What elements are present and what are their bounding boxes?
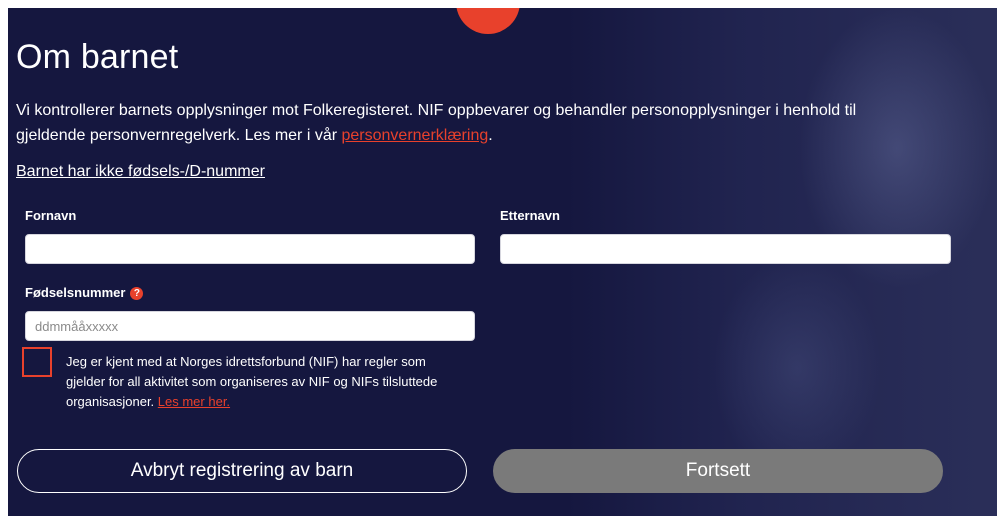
page-title: Om barnet [16, 38, 179, 76]
question-icon[interactable]: ? [130, 287, 144, 301]
consent-text: Jeg er kjent med at Norges idrettsforbun… [66, 352, 466, 412]
intro-text: Vi kontrollerer barnets opplysninger mot… [16, 98, 916, 148]
birth-number-label: Fødselsnummer [25, 285, 126, 300]
last-name-input[interactable] [500, 234, 951, 264]
consent-checkbox[interactable] [22, 347, 52, 377]
read-more-link[interactable]: Les mer her. [158, 394, 230, 409]
first-name-label: Fornavn [25, 208, 77, 223]
last-name-label: Etternavn [500, 208, 560, 223]
continue-button[interactable]: Fortsett [493, 449, 943, 493]
birth-number-input[interactable] [25, 311, 475, 341]
birth-number-label-row: Fødselsnummer? [25, 285, 144, 301]
first-name-input[interactable] [25, 234, 475, 264]
intro-suffix: . [488, 127, 493, 144]
privacy-policy-link[interactable]: personvernerklæring [342, 127, 489, 144]
step-indicator-circle [456, 8, 520, 34]
no-birth-number-link[interactable]: Barnet har ikke fødsels-/D-nummer [16, 163, 265, 181]
consent-body: Jeg er kjent med at Norges idrettsforbun… [66, 354, 438, 409]
cancel-registration-button[interactable]: Avbryt registrering av barn [17, 449, 467, 493]
